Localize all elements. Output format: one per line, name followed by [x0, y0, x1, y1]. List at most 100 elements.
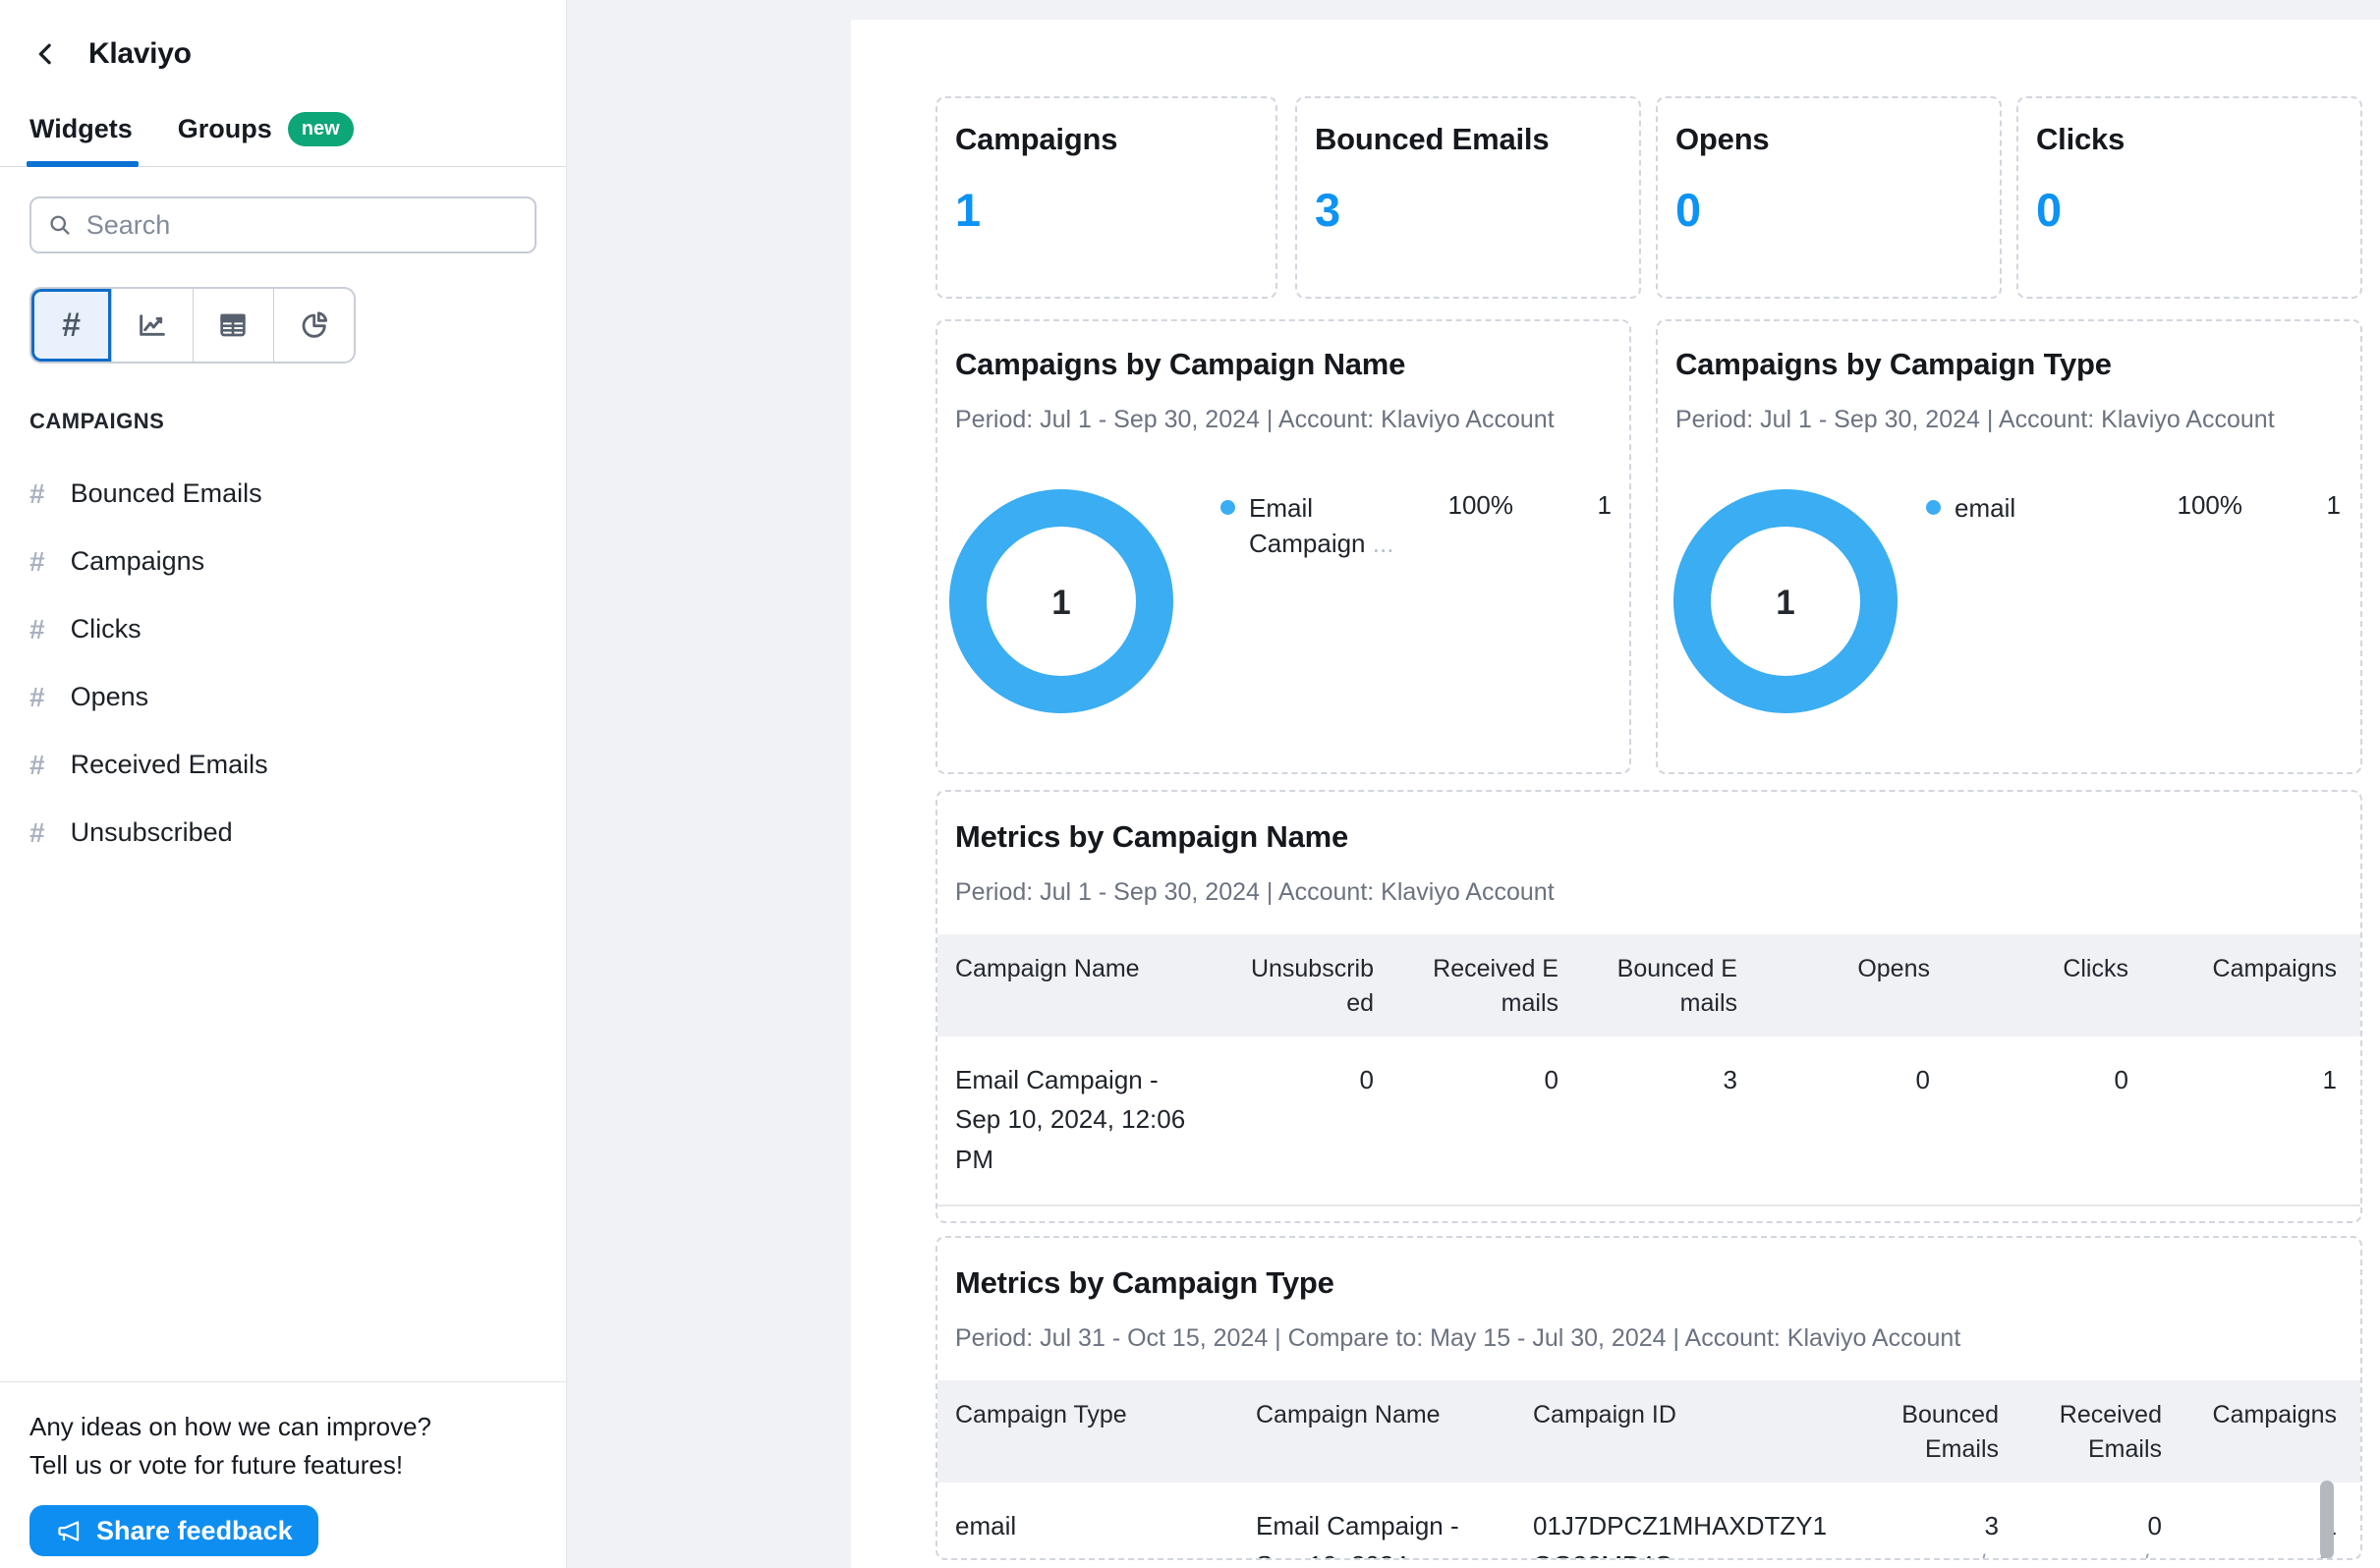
cell-clicks: 0	[1954, 1036, 2152, 1206]
tab-groups[interactable]: Groups new	[178, 112, 354, 166]
filter-number-widgets[interactable]: #	[31, 289, 113, 362]
table-title: Metrics by Campaign Type	[955, 1265, 1334, 1300]
table-widget-campaign-type[interactable]: Metrics by Campaign Type Period: Jul 31 …	[935, 1236, 2362, 1560]
stat-title: Clicks	[2036, 122, 2125, 156]
search-box[interactable]	[29, 196, 537, 253]
filter-line-chart-widgets[interactable]	[112, 289, 194, 362]
col-campaigns: Campaigns	[2185, 1380, 2360, 1483]
stat-widget-campaigns[interactable]: Campaigns 1	[935, 96, 1277, 299]
hash-icon: #	[29, 545, 45, 577]
table-header-row: Campaign Type Campaign Name Campaign ID …	[937, 1380, 2360, 1483]
legend-dot-icon	[1926, 500, 1941, 515]
chart-title: Campaigns by Campaign Type	[1675, 347, 2112, 381]
table-icon	[220, 313, 246, 337]
hash-icon: #	[29, 477, 45, 509]
col-received-emails: Received Emails	[2022, 1380, 2185, 1483]
cell-unsubscribed: 0	[1215, 1036, 1397, 1206]
chart-title: Campaigns by Campaign Name	[955, 347, 1406, 381]
cell-value: 3	[1984, 1511, 1999, 1540]
sidebar-item-label: Received Emails	[70, 750, 268, 779]
share-feedback-button[interactable]: Share feedback	[29, 1505, 318, 1556]
stat-title: Opens	[1675, 122, 1770, 156]
pie-chart-icon	[303, 311, 328, 338]
table-row: email Email Campaign - Sep 10, 2024, 12:…	[937, 1483, 2360, 1558]
stat-value: 0	[1675, 184, 1702, 236]
donut-chart: 1	[949, 489, 1173, 713]
sidebar-item-unsubscribed[interactable]: # Unsubscribed	[29, 799, 537, 867]
sidebar-item-received-emails[interactable]: # Received Emails	[29, 731, 537, 799]
table-subtitle: Period: Jul 1 - Sep 30, 2024 | Account: …	[955, 878, 1555, 906]
sidebar-item-label: Unsubscribed	[70, 817, 233, 847]
legend-value: 1	[1597, 490, 1612, 520]
sidebar-header: Klaviyo	[0, 0, 566, 71]
cell-compare-value: n/a	[1889, 1545, 1999, 1558]
filter-table-widgets[interactable]	[194, 289, 274, 362]
table-widget-campaign-name[interactable]: Metrics by Campaign Name Period: Jul 1 -…	[935, 790, 2362, 1223]
donut-widget-campaign-name[interactable]: Campaigns by Campaign Name Period: Jul 1…	[935, 319, 1631, 774]
search-input[interactable]	[85, 209, 519, 241]
cell-campaign-type: email	[955, 1511, 1017, 1540]
cell-value: 1	[2209, 1506, 2337, 1545]
stat-title: Bounced Emails	[1315, 122, 1550, 156]
cell-value: 0	[2147, 1511, 2162, 1540]
chart-subtitle: Period: Jul 1 - Sep 30, 2024 | Account: …	[1675, 406, 2275, 433]
back-button[interactable]	[29, 37, 63, 71]
stat-widget-opens[interactable]: Opens 0	[1656, 96, 2002, 299]
legend-dot-icon	[1220, 500, 1235, 515]
donut-center-value: 1	[1051, 584, 1070, 622]
col-campaign-name: Campaign Name	[937, 934, 1215, 1036]
search-icon	[50, 215, 70, 235]
sidebar-item-label: Clicks	[70, 614, 142, 644]
metrics-table: Campaign Name Unsubscribed Received Emai…	[937, 934, 2360, 1206]
col-bounced-emails: Bounced Emails	[1865, 1380, 2022, 1483]
tab-widgets[interactable]: Widgets	[27, 114, 139, 167]
line-chart-icon	[140, 314, 165, 336]
cell-campaign-id: 01J7DPCZ1MHAXDTZY1QG26MP4Q	[1533, 1511, 1828, 1558]
col-campaign-id: Campaign ID	[1509, 1380, 1865, 1483]
sidebar-item-clicks[interactable]: # Clicks	[29, 595, 537, 663]
legend-value: 1	[2326, 490, 2341, 520]
stat-widget-clicks[interactable]: Clicks 0	[2016, 96, 2362, 299]
legend-label: email	[1955, 493, 2016, 523]
chevron-left-icon	[38, 43, 51, 65]
metrics-table: Campaign Type Campaign Name Campaign ID …	[937, 1380, 2360, 1558]
vertical-scrollbar-thumb[interactable]	[2320, 1481, 2334, 1558]
cell-campaign-name: Email Campaign - Sep 10, 2024, 12:06 PM	[937, 1036, 1215, 1206]
stat-widget-bounced-emails[interactable]: Bounced Emails 3	[1295, 96, 1641, 299]
table-header-row: Campaign Name Unsubscribed Received Emai…	[937, 934, 2360, 1036]
sidebar-item-label: Opens	[70, 682, 149, 711]
cell-bounced-emails: 3 n/a	[1865, 1483, 2022, 1558]
col-opens: Opens	[1761, 934, 1954, 1036]
legend-row: email 100% 1	[1926, 490, 2341, 526]
sidebar-item-label: Bounced Emails	[70, 478, 262, 508]
stat-value: 3	[1315, 184, 1341, 236]
col-unsubscribed: Unsubscribed	[1215, 934, 1397, 1036]
hash-icon: #	[29, 749, 45, 780]
col-campaign-type: Campaign Type	[937, 1380, 1232, 1483]
feedback-text-line1: Any ideas on how we can improve?	[29, 1411, 432, 1441]
widget-list: # Bounced Emails # Campaigns # Clicks # …	[29, 460, 537, 867]
cell-campaigns: 1	[2152, 1036, 2360, 1206]
sidebar-item-bounced-emails[interactable]: # Bounced Emails	[29, 460, 537, 528]
legend-label: Email Campaign	[1249, 493, 1366, 559]
stat-value: 0	[2036, 184, 2063, 236]
cell-bounced-emails: 3	[1582, 1036, 1761, 1206]
col-received-emails: Received Emails	[1397, 934, 1582, 1036]
widget-library-sidebar: Klaviyo Widgets Groups new # CAMPA	[0, 0, 567, 1568]
legend-percent: 100%	[1447, 490, 1514, 520]
legend-ellipsis: ...	[1372, 529, 1394, 559]
cell-opens: 0	[1761, 1036, 1954, 1206]
cell-compare-value: n/a	[2209, 1545, 2337, 1558]
section-label-campaigns: CAMPAIGNS	[29, 409, 165, 433]
feedback-panel: Any ideas on how we can improve? Tell us…	[0, 1380, 566, 1568]
sidebar-item-campaigns[interactable]: # Campaigns	[29, 528, 537, 595]
filter-pie-chart-widgets[interactable]	[274, 289, 354, 362]
donut-widget-campaign-type[interactable]: Campaigns by Campaign Type Period: Jul 1…	[1656, 319, 2362, 774]
col-bounced-emails: Bounced Emails	[1582, 934, 1761, 1036]
sidebar-item-opens[interactable]: # Opens	[29, 663, 537, 731]
megaphone-icon	[58, 1520, 80, 1541]
new-badge: new	[287, 112, 354, 146]
tab-groups-label: Groups	[177, 114, 272, 143]
tabs-bar: Widgets Groups new	[0, 112, 566, 167]
tab-widgets-label: Widgets	[29, 114, 133, 143]
